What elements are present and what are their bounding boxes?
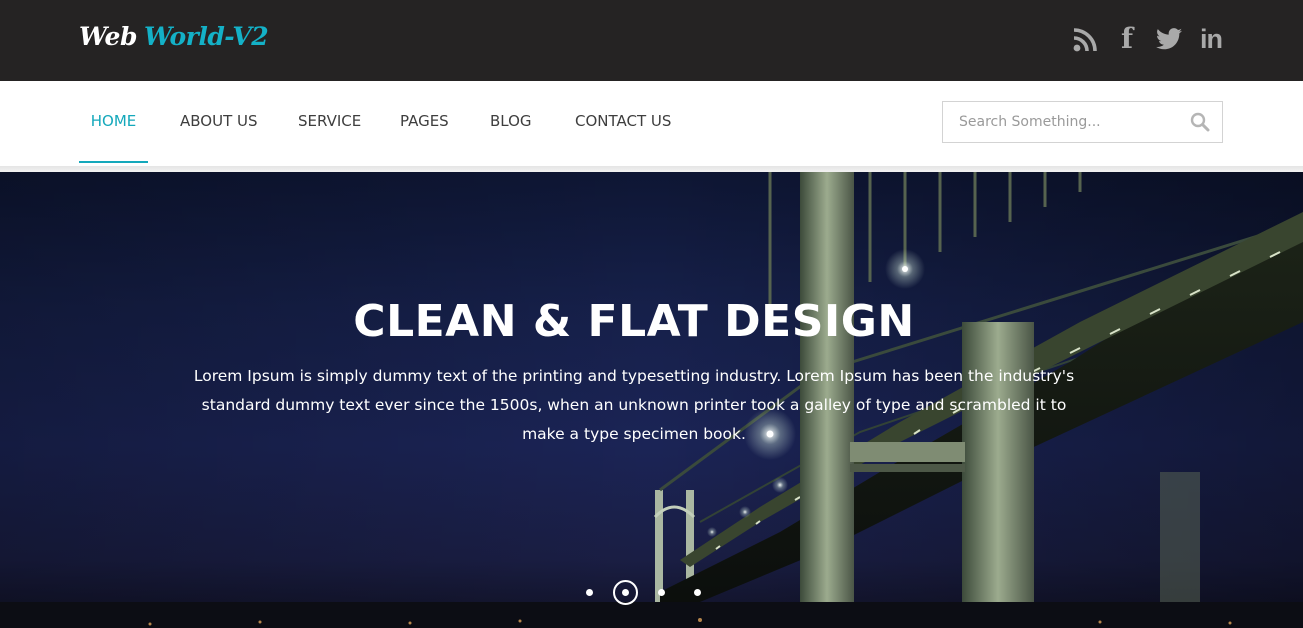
- slide-dot-4[interactable]: [694, 589, 701, 596]
- logo-text-web: Web: [79, 22, 137, 51]
- search-icon[interactable]: [1190, 112, 1210, 132]
- slide-dot-3[interactable]: [658, 589, 665, 596]
- hero-description: Lorem Ipsum is simply dummy text of the …: [193, 367, 1075, 443]
- linkedin-glyph: in: [1200, 24, 1223, 54]
- linkedin-icon[interactable]: in: [1197, 24, 1225, 54]
- search-input[interactable]: [943, 102, 1183, 142]
- nav-blog[interactable]: BLOG: [490, 81, 532, 163]
- logo-text-world: World-V2: [143, 22, 269, 51]
- slide-dot-2[interactable]: [613, 580, 638, 605]
- main-navigation: HOME ABOUT US SERVICE PAGES BLOG CONTACT…: [0, 81, 1303, 167]
- nav-contact-us[interactable]: CONTACT US: [575, 81, 671, 163]
- top-bar: Web World-V2 f in: [0, 0, 1303, 81]
- twitter-icon[interactable]: [1155, 24, 1183, 54]
- site-logo[interactable]: Web World-V2: [79, 22, 269, 51]
- search-box: [942, 101, 1223, 143]
- hero-title: CLEAN & FLAT DESIGN: [353, 296, 915, 347]
- rss-icon[interactable]: [1071, 24, 1099, 54]
- nav-service[interactable]: SERVICE: [298, 81, 361, 163]
- slider-pagination: [577, 577, 717, 607]
- nav-home[interactable]: HOME: [79, 81, 148, 163]
- nav-pages[interactable]: PAGES: [400, 81, 449, 163]
- nav-about-us[interactable]: ABOUT US: [180, 81, 258, 163]
- facebook-glyph: f: [1120, 22, 1134, 55]
- facebook-icon[interactable]: f: [1113, 24, 1141, 54]
- slide-dot-1[interactable]: [586, 589, 593, 596]
- hero-slider: CLEAN & FLAT DESIGN Lorem Ipsum is simpl…: [0, 172, 1303, 628]
